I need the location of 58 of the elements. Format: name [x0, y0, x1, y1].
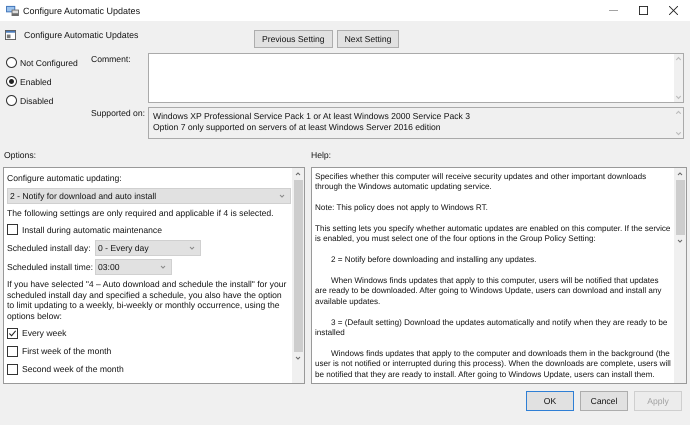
navigation-button[interactable]: Previous Setting	[254, 30, 333, 48]
checkbox-option[interactable]: Install during automatic maintenance	[7, 223, 162, 236]
radio-circle[interactable]	[6, 76, 17, 87]
checkbox-option[interactable]: Every week	[7, 326, 66, 340]
maximize-icon[interactable]	[639, 6, 648, 15]
scroll-down-icon[interactable]	[295, 356, 301, 360]
app-icon	[6, 5, 19, 16]
scroll-up-icon[interactable]	[295, 172, 301, 176]
option-text: If you have selected "4 – Auto download and schedule the install" for your scheduled install day and specified a schedule, you also have the option to limit updating to a weekly, bi-weekly or monthly occurrence, using the options below:	[7, 279, 288, 322]
option-text: The following settings are only required and applicable if 4 is selected.	[7, 208, 274, 218]
dialog-button[interactable]: Cancel	[580, 391, 628, 411]
radio-option[interactable]: Not Configured	[6, 56, 91, 69]
close-icon[interactable]	[669, 6, 678, 15]
checkbox[interactable]	[7, 224, 18, 236]
help-paragraph: Windows finds updates that apply to the computer and downloads them in the background (the user is not notified or interrupted during this process). When the downloads are complete, users will be notified that they are ready to install. After going to Windows Update, users can install them.	[315, 348, 671, 380]
help-paragraph: 2 = Notify before downloading and installing any updates.	[330, 255, 536, 266]
comment-label: Comment:	[91, 53, 132, 66]
dropdown[interactable]: 0 - Every day	[95, 240, 201, 256]
checkbox[interactable]	[7, 346, 18, 357]
options-label: Options:	[3, 150, 38, 160]
window-title: Configure Automatic Updates	[23, 6, 140, 16]
help-paragraph: When Windows finds updates that apply to this computer, users will be notified that updates are ready to be downloaded. After going to Windows Update, users can download and install any available updates.	[315, 276, 662, 308]
setting-title: Configure Automatic Updates	[24, 30, 138, 40]
supported-on-label: Supported on:	[91, 107, 146, 120]
radio-circle[interactable]	[6, 57, 17, 68]
help-paragraph: This setting lets you specify whether automatic updates are enabled on this computer. If the service is enabled, you must select one of the four options in the Group Policy Setting:	[315, 224, 671, 245]
caret-icon	[160, 265, 166, 270]
dialog-button[interactable]: OK	[526, 391, 574, 411]
option-text: Configure automatic updating:	[7, 173, 122, 184]
checkbox[interactable]	[7, 328, 18, 339]
comment-field[interactable]	[148, 53, 684, 103]
dropdown-label: Scheduled install time:	[7, 262, 94, 272]
caret-icon	[188, 246, 195, 250]
help-label: Help:	[311, 150, 332, 160]
caret-icon	[279, 194, 285, 198]
scroll-thumb[interactable]	[294, 180, 302, 352]
dropdown[interactable]: 2 - Notify for download and auto install	[7, 188, 291, 204]
scrollbar-arrows-icon	[674, 54, 683, 102]
checkbox-option[interactable]: Second week of the month	[7, 362, 124, 376]
checkbox-option[interactable]: First week of the month	[7, 344, 112, 358]
radio-circle[interactable]	[6, 95, 17, 106]
supported-platform-text: Windows XP Professional Service Pack 1 or At least Windows 2000 Service Pack 3	[153, 111, 471, 122]
scroll-down-icon[interactable]	[677, 239, 683, 243]
help-paragraph: Note: This policy does not apply to Windows RT.	[315, 203, 488, 214]
supported-platform-text: Option 7 only supported on servers of at least Windows Server 2016 edition	[153, 122, 442, 132]
checkbox[interactable]	[7, 364, 18, 375]
dropdown[interactable]: 03:00	[95, 259, 172, 276]
radio-option[interactable]: Disabled	[6, 94, 91, 107]
policy-icon	[5, 30, 16, 40]
dropdown-label: Scheduled install day:	[7, 243, 92, 254]
navigation-button[interactable]: Next Setting	[336, 30, 400, 48]
scroll-up-icon[interactable]	[677, 172, 683, 176]
help-paragraph: 3 = (Default setting) Download the updates automatically and notify when they are ready to be installed	[315, 318, 668, 338]
help-paragraph: Specifies whether this computer will receive security updates and other important downloads through the Windows automatic updating service.	[315, 172, 648, 193]
scroll-thumb[interactable]	[676, 180, 684, 235]
radio-option[interactable]: Enabled	[6, 75, 91, 88]
scrollbar[interactable]	[292, 168, 304, 383]
scrollbar[interactable]	[674, 168, 686, 383]
